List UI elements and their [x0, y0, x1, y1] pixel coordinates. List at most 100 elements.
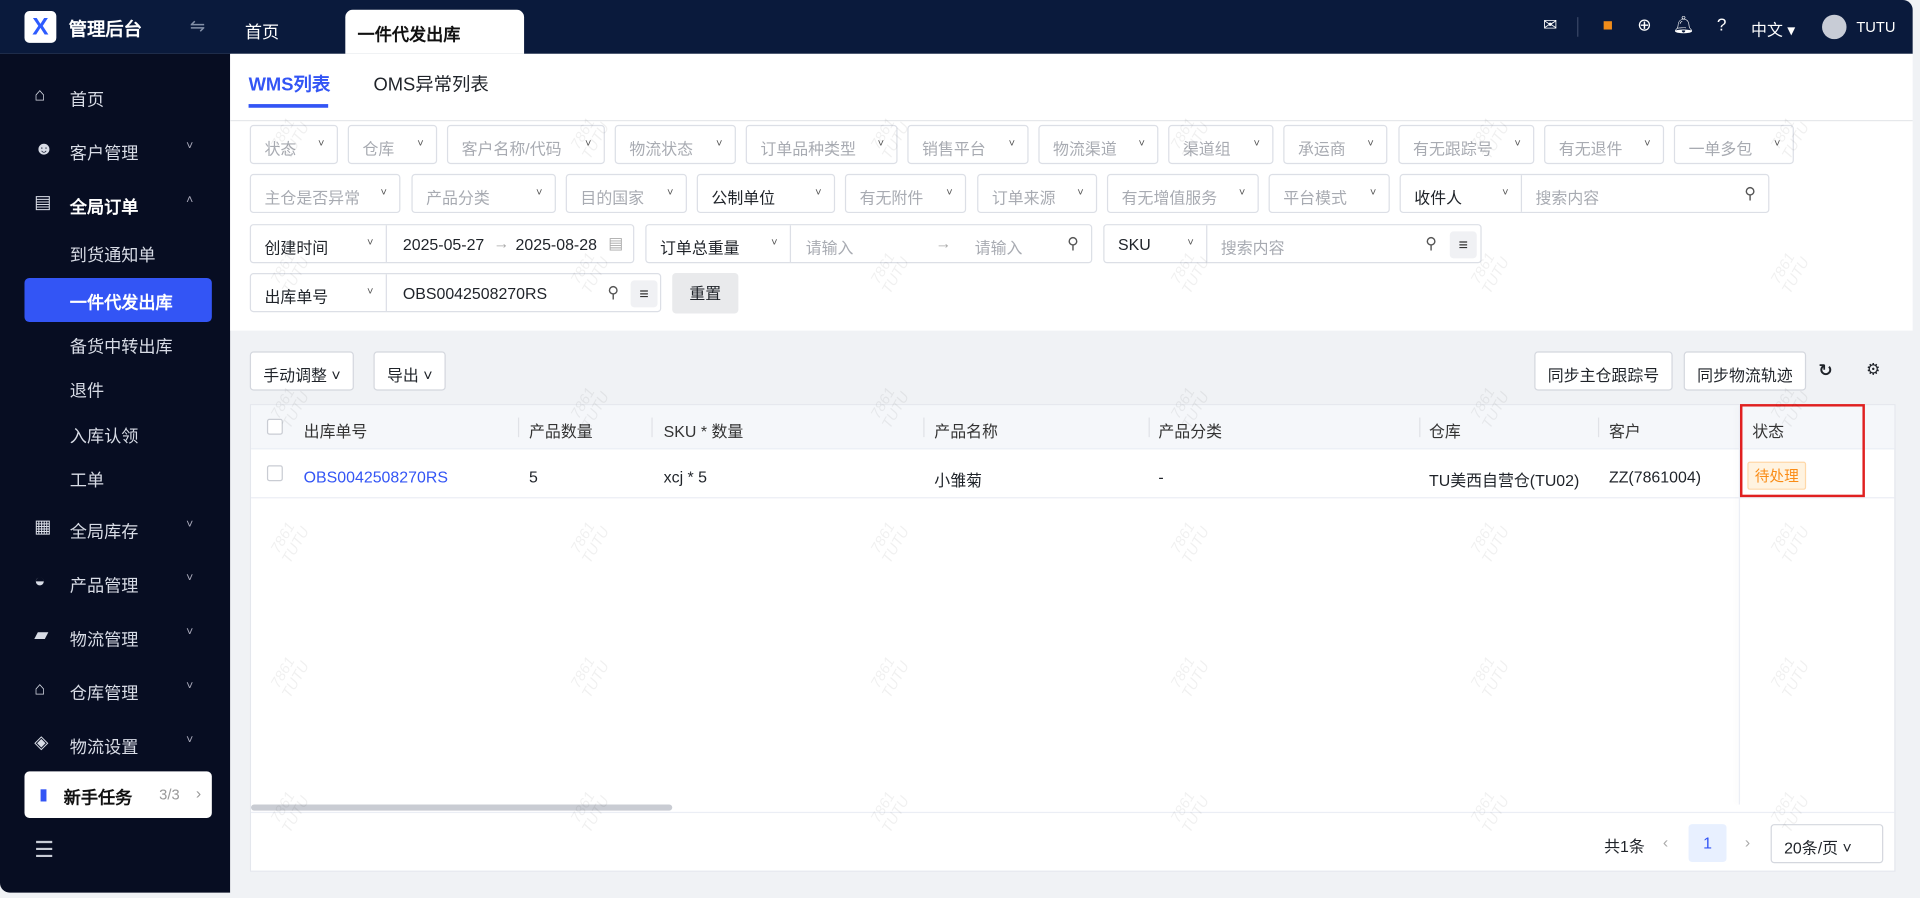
next-page-icon[interactable]: › — [1745, 833, 1750, 851]
message-icon[interactable]: ✉ — [1539, 15, 1561, 36]
filter-3[interactable]: 物流状态 ˅ — [614, 124, 736, 165]
filter-1[interactable]: 仓库 ˅ — [347, 124, 438, 165]
filter-12[interactable]: 主仓是否异常 ˅ — [249, 173, 401, 214]
sidebar-item-8[interactable]: 工单 — [0, 456, 230, 500]
sku-filter-select[interactable]: SKU ˅ — [1104, 225, 1208, 263]
filter-label: 平台模式 — [1283, 188, 1347, 207]
bell-icon[interactable]: 🔔︎ — [1673, 15, 1695, 36]
filter-6[interactable]: 物流渠道 ˅ — [1038, 124, 1159, 165]
filter-15[interactable]: 公制单位 ˅ — [696, 173, 836, 214]
menu-collapse-icon[interactable]: ☰ — [34, 838, 54, 864]
filter-0[interactable]: 状态 ˅ — [249, 124, 338, 165]
column-separator[interactable] — [517, 417, 520, 438]
filter-16[interactable]: 有无附件 ˅ — [844, 173, 967, 214]
sidebar-item-2[interactable]: ▤ 全局订单 ˄ — [0, 182, 230, 226]
search-icon[interactable]: ⚲ — [607, 283, 619, 303]
column-separator[interactable] — [1419, 417, 1421, 438]
sync-logistics-button[interactable]: 同步物流轨迹 — [1683, 351, 1807, 391]
batch-list-icon[interactable]: ≡ — [1449, 231, 1477, 259]
end-date[interactable]: 2025-08-28 — [516, 235, 597, 253]
column-header[interactable]: 产品分类 — [1158, 419, 1222, 442]
created-time-filter-select[interactable]: 创建时间 ˅ — [251, 225, 387, 263]
search-icon[interactable]: ⚲ — [1425, 234, 1437, 254]
filter-2[interactable]: 客户名称/代码 ˅ — [446, 124, 605, 165]
avatar[interactable] — [1822, 14, 1847, 40]
reset-button[interactable]: 重置 — [672, 273, 739, 314]
sidebar-item-10[interactable]: ◒ 产品管理 ˅ — [0, 561, 230, 605]
subtab-oms[interactable]: OMS异常列表 — [373, 71, 488, 97]
subtab-wms[interactable]: WMS列表 — [249, 71, 331, 97]
sidebar-item-11[interactable]: ▰ 物流管理 ˅ — [0, 615, 230, 659]
chevron-down-icon: ˅ — [1077, 186, 1084, 199]
filter-label: 有无附件 — [859, 188, 924, 207]
column-header[interactable]: 产品名称 — [934, 419, 998, 442]
recipient-search-input[interactable]: 搜索内容 — [1536, 185, 1600, 208]
order-number-filter-select[interactable]: 出库单号 ˅ — [251, 274, 387, 312]
page-size-select[interactable]: 20条/页 ˅ — [1770, 824, 1884, 864]
column-header[interactable]: SKU * 数量 — [664, 419, 744, 442]
column-separator[interactable] — [923, 417, 925, 438]
filter-18[interactable]: 有无增值服务 ˅ — [1106, 173, 1259, 214]
sidebar-item-9[interactable]: ▦ 全局库存 ˅ — [0, 507, 230, 551]
column-header[interactable]: 客户 — [1609, 419, 1641, 442]
sidebar-item-12[interactable]: ⌂ 仓库管理 ˅ — [0, 669, 230, 713]
new-task-button[interactable]: ▮ 新手任务 3/3 › — [24, 771, 212, 818]
sidebar-item-0[interactable]: ⌂ 首页 — [0, 75, 230, 119]
sidebar-item-1[interactable]: ☻ 客户管理 ˅ — [0, 129, 230, 173]
robot-icon[interactable]: ■ — [1597, 15, 1619, 35]
column-header[interactable]: 仓库 — [1429, 419, 1461, 442]
filter-11[interactable]: 一单多包 ˅ — [1673, 124, 1794, 165]
filter-14[interactable]: 目的国家 ˅ — [565, 173, 687, 214]
download-icon[interactable]: ⊕ — [1633, 15, 1655, 36]
sidebar-item-7[interactable]: 入库认领 — [0, 411, 230, 455]
calendar-icon[interactable]: ▤ — [608, 234, 623, 254]
tab-active[interactable]: 一件代发出库 — [345, 9, 525, 54]
sidebar-item-5[interactable]: 备货中转出库 — [0, 322, 230, 366]
start-date[interactable]: 2025-05-27 — [403, 235, 484, 253]
horizontal-scrollbar[interactable] — [251, 804, 673, 811]
column-separator[interactable] — [1597, 417, 1600, 438]
tab-home[interactable]: 首页 — [245, 20, 279, 44]
language-select[interactable]: 中文 ▾ — [1751, 17, 1795, 40]
manual-adjust-button[interactable]: 手动调整 ˅ — [249, 351, 355, 391]
filter-17[interactable]: 订单来源 ˅ — [977, 173, 1098, 214]
filter-9[interactable]: 有无跟踪号 ˅ — [1398, 124, 1535, 165]
prev-page-icon[interactable]: ‹ — [1663, 833, 1668, 851]
order-number-link[interactable]: OBS0042508270RS — [304, 468, 448, 486]
row-checkbox[interactable] — [266, 465, 283, 482]
order-number-input[interactable]: OBS0042508270RS — [403, 284, 547, 302]
column-settings-icon[interactable]: ⚙ — [1866, 360, 1880, 380]
collapse-toggle-icon[interactable]: ⇋ — [190, 15, 205, 37]
sidebar-item-6[interactable]: 退件 — [0, 366, 230, 410]
house-icon: ⌂ — [34, 678, 46, 700]
export-button[interactable]: 导出 ˅ — [373, 351, 447, 391]
column-separator[interactable] — [651, 417, 653, 438]
filter-8[interactable]: 承运商 ˅ — [1283, 124, 1388, 165]
sidebar-item-4[interactable]: 一件代发出库 — [24, 277, 212, 323]
column-separator[interactable] — [1148, 417, 1150, 438]
sidebar-item-3[interactable]: 到货通知单 — [0, 230, 230, 274]
select-all-checkbox[interactable] — [266, 418, 283, 435]
weight-max-input[interactable]: 请输入 — [975, 235, 1023, 258]
column-header[interactable]: 产品数量 — [529, 419, 593, 442]
column-header[interactable]: 出库单号 — [304, 419, 368, 442]
weight-min-input[interactable]: 请输入 — [806, 235, 854, 258]
search-icon[interactable]: ⚲ — [1067, 234, 1079, 254]
filter-5[interactable]: 销售平台 ˅ — [907, 124, 1029, 165]
filter-7[interactable]: 渠道组 ˅ — [1168, 124, 1274, 165]
weight-filter-select[interactable]: 订单总重量 ˅ — [647, 225, 792, 263]
filter-13[interactable]: 产品分类 ˅ — [411, 173, 556, 214]
filter-10[interactable]: 有无退件 ˅ — [1544, 124, 1665, 165]
sidebar-item-13[interactable]: ◈ 物流设置 ˅ — [0, 722, 230, 766]
recipient-filter-select[interactable]: 收件人 ˅ — [1401, 175, 1523, 212]
user-name[interactable]: TUTU — [1856, 18, 1895, 35]
filter-4[interactable]: 订单品种类型 ˅ — [745, 124, 898, 165]
search-icon[interactable]: ⚲ — [1744, 184, 1756, 204]
batch-list-icon[interactable]: ≡ — [630, 280, 658, 308]
filter-19[interactable]: 平台模式 ˅ — [1268, 173, 1390, 214]
refresh-icon[interactable]: ↻ — [1818, 360, 1832, 381]
page-1-button[interactable]: 1 — [1688, 824, 1727, 863]
sku-search-input[interactable]: 搜索内容 — [1221, 235, 1285, 258]
help-icon[interactable]: ? — [1711, 15, 1733, 35]
sync-tracking-button[interactable]: 同步主仓跟踪号 — [1534, 351, 1673, 391]
